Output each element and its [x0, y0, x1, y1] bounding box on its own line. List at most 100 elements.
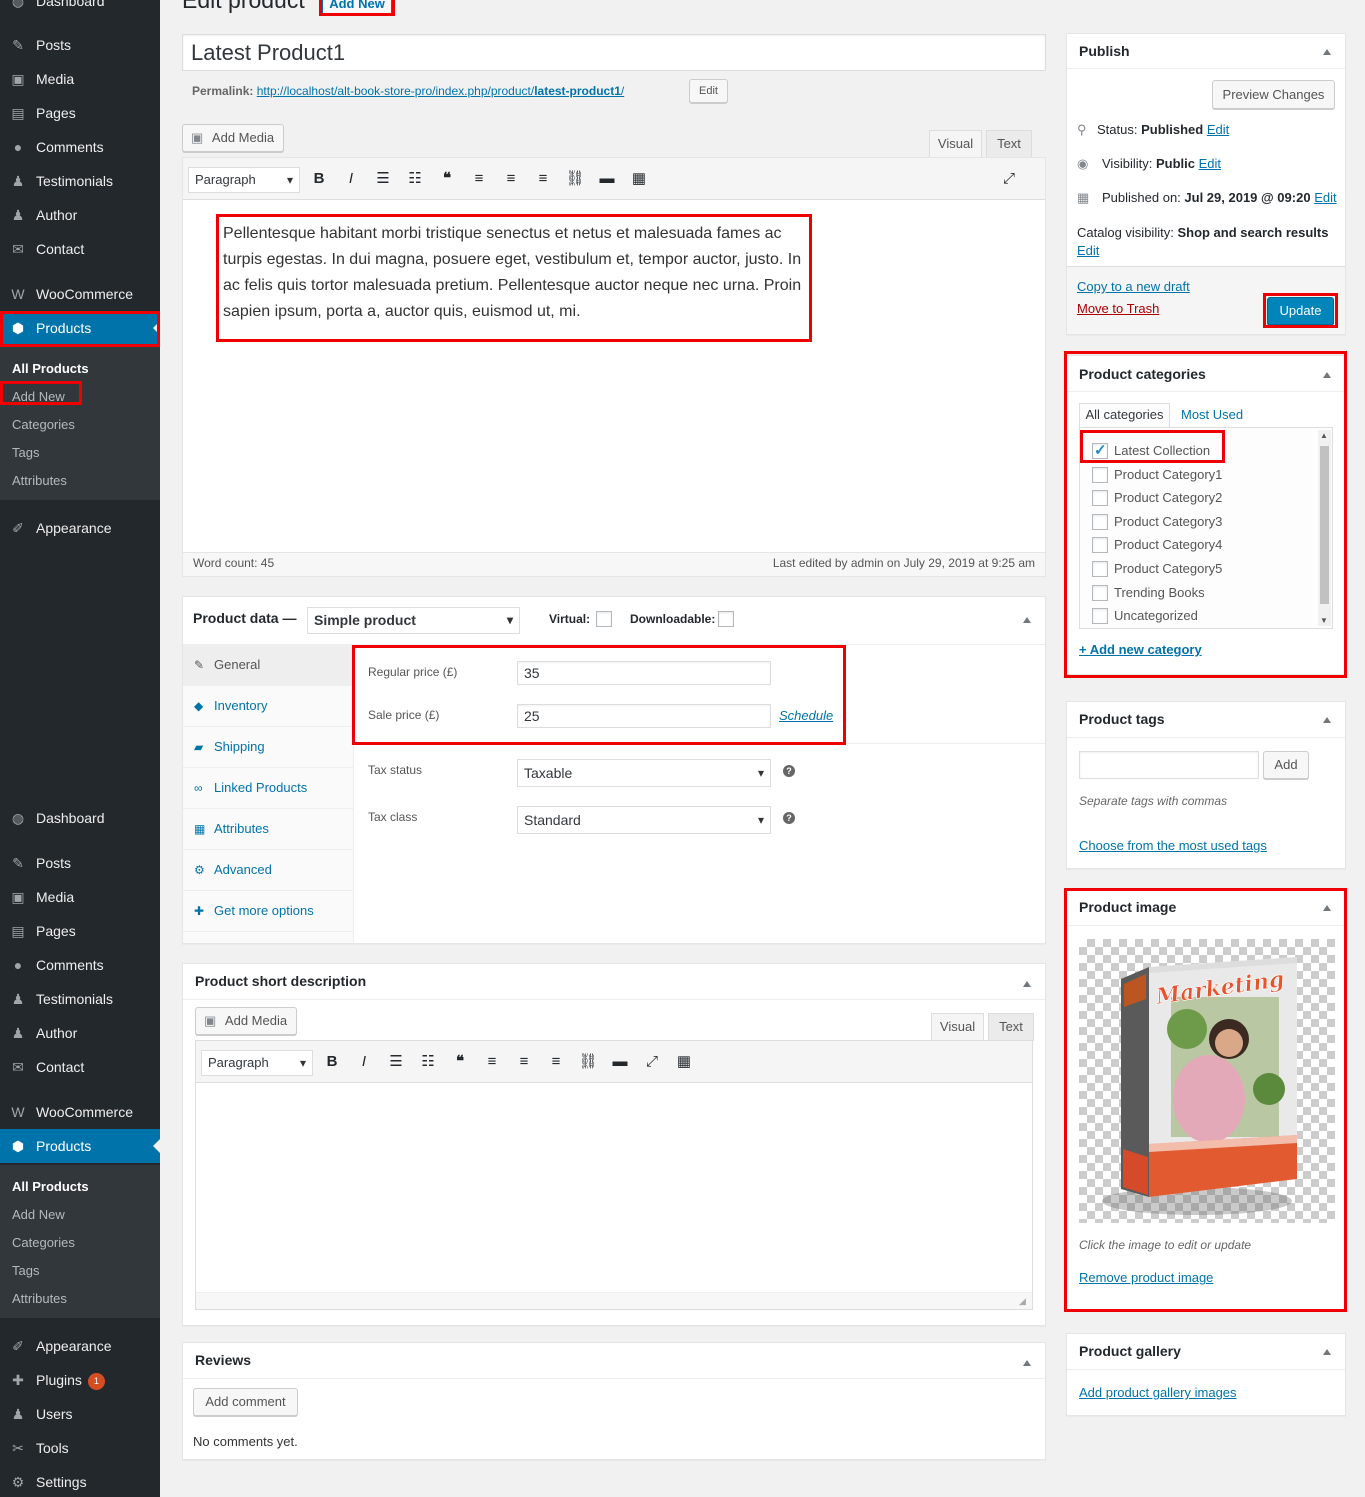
scrollbar-thumb[interactable] — [1320, 446, 1329, 604]
align-left-icon[interactable]: ≡ — [467, 167, 491, 191]
choose-tags-link[interactable]: Choose from the most used tags — [1079, 838, 1267, 853]
submenu-all-products[interactable]: All Products — [12, 1173, 89, 1201]
add-new-category-link[interactable]: + Add new category — [1079, 642, 1202, 657]
add-media-button[interactable]: ▣ Add Media — [195, 1007, 297, 1035]
category-checkbox[interactable] — [1092, 466, 1108, 483]
toolbar-toggle-icon[interactable]: ▦ — [627, 167, 651, 191]
scroll-down-icon[interactable]: ▼ — [1320, 616, 1328, 625]
product-image[interactable]: Marketing — [1079, 939, 1335, 1223]
menu-item-pages[interactable]: ▤ Pages — [0, 96, 160, 130]
tab-all-categories[interactable]: All categories — [1079, 403, 1170, 428]
tax-status-select[interactable]: Taxable — [517, 759, 771, 787]
regular-price-input[interactable]: 35 — [517, 661, 771, 685]
menu-item-media[interactable]: ▣ Media — [0, 880, 160, 914]
collapse-icon[interactable] — [1023, 981, 1031, 987]
menu-item-appearance[interactable]: ✐ Appearance — [0, 511, 160, 545]
format-select[interactable]: Paragraph — [201, 1050, 313, 1076]
align-right-icon[interactable]: ≡ — [544, 1050, 568, 1074]
submenu-add-new[interactable]: Add New — [12, 383, 65, 411]
sale-price-input[interactable]: 25 — [517, 704, 771, 728]
link-icon[interactable]: ⛓ — [576, 1050, 600, 1074]
tab-general[interactable]: ✎ General — [183, 645, 353, 686]
category-checkbox[interactable] — [1092, 608, 1108, 625]
numbered-list-icon[interactable]: ☷ — [403, 167, 427, 191]
category-checkbox[interactable] — [1092, 490, 1108, 507]
collapse-icon[interactable] — [1323, 49, 1331, 55]
resize-handle-icon[interactable]: ◢ — [1019, 1296, 1026, 1307]
menu-item-users[interactable]: ♟ Users — [0, 1397, 160, 1431]
submenu-add-new[interactable]: Add New — [12, 1201, 65, 1229]
align-left-icon[interactable]: ≡ — [480, 1050, 504, 1074]
submenu-all-products[interactable]: All Products — [12, 355, 89, 383]
menu-item-testimonials[interactable]: ♟ Testimonials — [0, 982, 160, 1016]
submenu-categories[interactable]: Categories — [12, 411, 75, 439]
help-icon[interactable]: ? — [783, 765, 795, 777]
menu-item-comments[interactable]: ● Comments — [0, 130, 160, 164]
add-new-button[interactable]: Add New — [322, 0, 392, 14]
downloadable-checkbox[interactable] — [718, 611, 734, 627]
tab-visual[interactable]: Visual — [929, 130, 982, 158]
help-icon[interactable]: ? — [783, 812, 795, 824]
align-center-icon[interactable]: ≡ — [512, 1050, 536, 1074]
collapse-icon[interactable] — [1023, 1360, 1031, 1366]
tab-shipping[interactable]: ▰ Shipping — [183, 727, 353, 768]
italic-icon[interactable]: I — [352, 1050, 376, 1074]
scroll-up-icon[interactable]: ▲ — [1320, 431, 1328, 440]
menu-item-media[interactable]: ▣ Media — [0, 62, 160, 96]
menu-item-author[interactable]: ♟ Author — [0, 1016, 160, 1050]
menu-item-dashboard[interactable]: ◍ Dashboard — [0, 0, 160, 18]
menu-item-pages[interactable]: ▤ Pages — [0, 914, 160, 948]
menu-item-products[interactable]: ⬢ Products — [0, 1129, 160, 1163]
remove-image-link[interactable]: Remove product image — [1079, 1270, 1213, 1285]
move-to-trash-link[interactable]: Move to Trash — [1077, 301, 1159, 316]
submenu-attributes[interactable]: Attributes — [12, 467, 67, 495]
collapse-icon[interactable] — [1323, 717, 1331, 723]
menu-item-settings[interactable]: ⚙ Settings — [0, 1465, 160, 1497]
menu-item-woocommerce[interactable]: W WooCommerce — [0, 277, 160, 311]
permalink-edit-button[interactable]: Edit — [689, 79, 728, 103]
menu-item-appearance[interactable]: ✐ Appearance — [0, 1329, 160, 1363]
edit-visibility-link[interactable]: Edit — [1199, 156, 1221, 171]
category-checkbox[interactable] — [1092, 584, 1108, 601]
schedule-link[interactable]: Schedule — [779, 708, 833, 723]
tab-inventory[interactable]: ◆ Inventory — [183, 686, 353, 727]
menu-item-testimonials[interactable]: ♟ Testimonials — [0, 164, 160, 198]
permalink-link[interactable]: http://localhost/alt-book-store-pro/inde… — [257, 84, 625, 98]
editor-content[interactable]: Pellentesque habitant morbi tristique se… — [223, 221, 807, 325]
align-center-icon[interactable]: ≡ — [499, 167, 523, 191]
preview-changes-button[interactable]: Preview Changes — [1212, 80, 1335, 109]
bullet-list-icon[interactable]: ☰ — [371, 167, 395, 191]
product-type-select[interactable]: Simple product — [307, 607, 520, 634]
bold-icon[interactable]: B — [307, 167, 331, 191]
virtual-checkbox[interactable] — [596, 611, 612, 627]
edit-date-link[interactable]: Edit — [1314, 190, 1336, 205]
menu-item-contact[interactable]: ✉ Contact — [0, 232, 160, 266]
collapse-icon[interactable] — [1323, 372, 1331, 378]
tab-attributes[interactable]: ▦ Attributes — [183, 809, 353, 850]
add-tag-button[interactable]: Add — [1263, 751, 1309, 779]
add-gallery-link[interactable]: Add product gallery images — [1079, 1385, 1237, 1400]
menu-item-woocommerce[interactable]: W WooCommerce — [0, 1095, 160, 1129]
format-select[interactable]: Paragraph — [188, 167, 300, 193]
align-right-icon[interactable]: ≡ — [531, 167, 555, 191]
blockquote-icon[interactable]: ❝ — [435, 167, 459, 191]
category-checkbox[interactable] — [1092, 513, 1108, 530]
tag-input[interactable] — [1079, 751, 1259, 779]
menu-item-posts[interactable]: ✎ Posts — [0, 846, 160, 880]
menu-item-posts[interactable]: ✎ Posts — [0, 28, 160, 62]
add-media-button[interactable]: ▣ Add Media — [182, 124, 284, 152]
menu-item-author[interactable]: ♟ Author — [0, 198, 160, 232]
menu-item-products[interactable]: ⬢ Products — [0, 311, 160, 345]
post-title-input[interactable]: Latest Product1 — [182, 34, 1046, 71]
tab-advanced[interactable]: ⚙ Advanced — [183, 850, 353, 891]
tab-text[interactable]: Text — [988, 1013, 1034, 1041]
menu-item-dashboard[interactable]: ◍ Dashboard — [0, 801, 160, 835]
update-button[interactable]: Update — [1267, 297, 1334, 325]
add-comment-button[interactable]: Add comment — [193, 1388, 298, 1416]
copy-draft-link[interactable]: Copy to a new draft — [1077, 279, 1190, 294]
italic-icon[interactable]: I — [339, 167, 363, 191]
read-more-icon[interactable]: ▬ — [595, 167, 619, 191]
menu-item-contact[interactable]: ✉ Contact — [0, 1050, 160, 1084]
collapse-icon[interactable] — [1323, 1349, 1331, 1355]
collapse-icon[interactable] — [1023, 617, 1031, 623]
